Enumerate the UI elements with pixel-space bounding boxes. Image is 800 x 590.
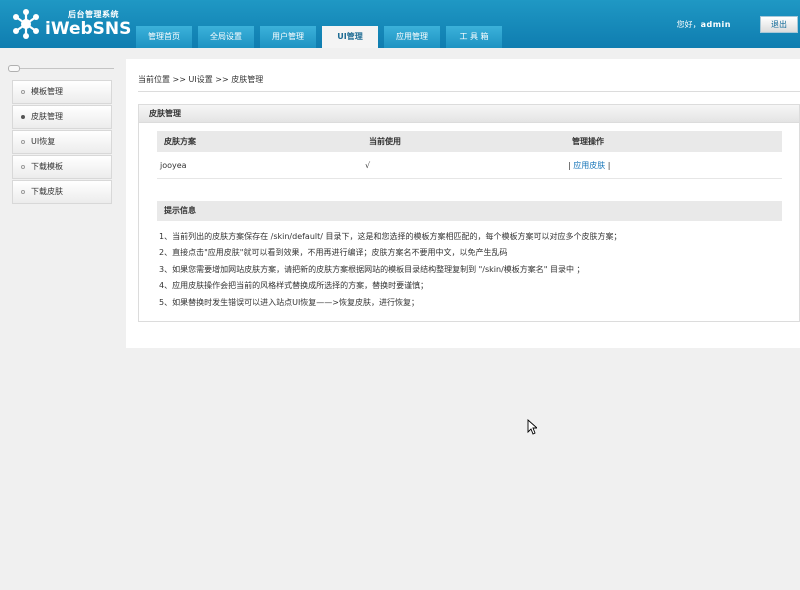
action-separator: | bbox=[605, 160, 611, 170]
column-header-actions: 管理操作 bbox=[565, 131, 782, 152]
network-logo-icon bbox=[13, 9, 39, 39]
sidebar-item-label: UI恢复 bbox=[31, 137, 56, 146]
apply-skin-link[interactable]: 应用皮肤 bbox=[573, 161, 605, 170]
sidebar-item-template-management[interactable]: 模板管理 bbox=[12, 80, 112, 104]
top-header: 后台管理系统 iWebSNS 管理首页 全局设置 用户管理 UI管理 应用管理 … bbox=[0, 0, 800, 48]
breadcrumb: 当前位置 >> UI设置 >> 皮肤管理 bbox=[138, 75, 264, 84]
actions-cell: | 应用皮肤 | bbox=[565, 152, 782, 179]
mouse-pointer-icon bbox=[527, 419, 537, 435]
column-header-current-use: 当前使用 bbox=[362, 131, 565, 152]
bullet-icon bbox=[21, 115, 25, 119]
current-use-check: √ bbox=[362, 152, 565, 179]
sidebar-item-label: 模板管理 bbox=[31, 87, 63, 96]
skin-name-cell: jooyea bbox=[157, 152, 362, 179]
tips-list: 1、当前列出的皮肤方案保存在 /skin/default/ 目录下，这是和您选择… bbox=[159, 229, 789, 311]
sidebar-item-skin-management[interactable]: 皮肤管理 bbox=[12, 105, 112, 129]
table-row: jooyea √ | 应用皮肤 | bbox=[157, 152, 782, 179]
sidebar-item-download-template[interactable]: 下载模板 bbox=[12, 155, 112, 179]
tab-admin-home[interactable]: 管理首页 bbox=[136, 26, 192, 48]
sidebar-item-label: 皮肤管理 bbox=[31, 112, 63, 121]
sidebar: 模板管理 皮肤管理 UI恢复 下载模板 下载皮肤 bbox=[0, 48, 126, 590]
tab-user-management[interactable]: 用户管理 bbox=[260, 26, 316, 48]
sidebar-collapse-handle[interactable] bbox=[8, 65, 114, 72]
table-header-row: 皮肤方案 当前使用 管理操作 bbox=[157, 131, 782, 152]
skin-management-panel: 皮肤管理 皮肤方案 当前使用 管理操作 jooyea √ | 应用皮肤 | 提示… bbox=[138, 104, 800, 322]
divider bbox=[138, 91, 800, 92]
column-header-skin-scheme: 皮肤方案 bbox=[157, 131, 362, 152]
tab-global-settings[interactable]: 全局设置 bbox=[198, 26, 254, 48]
sidebar-item-download-skin[interactable]: 下载皮肤 bbox=[12, 180, 112, 204]
logout-button[interactable]: 退出 bbox=[760, 16, 798, 33]
tab-ui-management[interactable]: UI管理 bbox=[322, 26, 378, 48]
logo: 后台管理系统 iWebSNS bbox=[10, 6, 132, 42]
greeting-prefix: 您好， bbox=[676, 20, 701, 29]
list-item: 5、如果替换时发生错误可以进入站点UI恢复——>恢复皮肤，进行恢复； bbox=[159, 297, 420, 307]
tab-app-management[interactable]: 应用管理 bbox=[384, 26, 440, 48]
bullet-icon bbox=[21, 165, 25, 169]
user-greeting: 您好，admin bbox=[677, 19, 731, 30]
logo-title: iWebSNS bbox=[45, 19, 132, 39]
panel-title: 皮肤管理 bbox=[139, 105, 799, 123]
list-item: 4、应用皮肤操作会把当前的风格样式替换成所选择的方案，替换时要谨慎； bbox=[159, 281, 429, 291]
sidebar-item-ui-restore[interactable]: UI恢复 bbox=[12, 130, 112, 154]
sidebar-item-label: 下载皮肤 bbox=[31, 187, 63, 196]
bullet-icon bbox=[21, 140, 25, 144]
list-item: 2、直接点击"应用皮肤"就可以看到效果，不用再进行编译；皮肤方案名不要用中文，以… bbox=[159, 248, 508, 258]
bullet-icon bbox=[21, 90, 25, 94]
sidebar-item-label: 下载模板 bbox=[31, 162, 63, 171]
bullet-icon bbox=[21, 190, 25, 194]
tab-toolbox[interactable]: 工 具 箱 bbox=[446, 26, 502, 48]
divider bbox=[14, 68, 114, 69]
list-item: 1、当前列出的皮肤方案保存在 /skin/default/ 目录下，这是和您选择… bbox=[159, 232, 622, 241]
list-item: 3、如果您需要增加网站皮肤方案，请把新的皮肤方案根据网站的模板目录结构整理复制到… bbox=[159, 264, 585, 274]
tips-title: 提示信息 bbox=[157, 201, 782, 221]
username: admin bbox=[700, 20, 731, 29]
toggle-knob-icon bbox=[8, 65, 20, 72]
main-content: 当前位置 >> UI设置 >> 皮肤管理 皮肤管理 皮肤方案 当前使用 管理操作… bbox=[126, 59, 800, 348]
skin-table: 皮肤方案 当前使用 管理操作 jooyea √ | 应用皮肤 | bbox=[157, 131, 782, 179]
